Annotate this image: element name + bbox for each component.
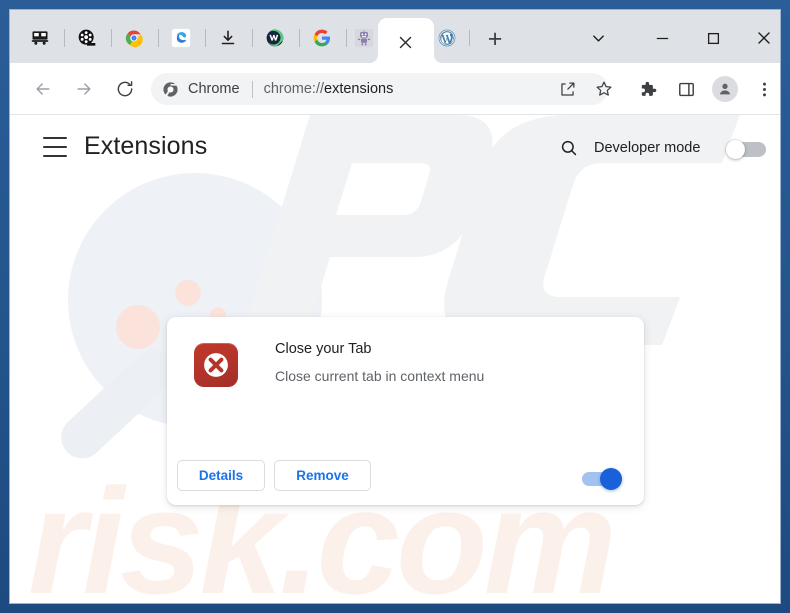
address-bar[interactable]: Chrome chrome://extensions: [151, 73, 608, 105]
extension-enabled-toggle[interactable]: [580, 468, 628, 490]
extension-name: Close your Tab: [275, 341, 372, 357]
minimize-icon: [656, 37, 668, 39]
extension-description: Close current tab in context menu: [275, 368, 485, 384]
wordpress-icon: [438, 29, 456, 47]
bus-icon: [31, 31, 49, 45]
three-dot-menu-icon: [762, 82, 766, 96]
close-window-button[interactable]: [746, 22, 780, 54]
extensions-button[interactable]: [630, 72, 664, 106]
minimize-button[interactable]: [644, 22, 680, 54]
remove-button[interactable]: Remove: [274, 460, 371, 491]
pinned-tab-edge[interactable]: [167, 24, 195, 52]
page-title: Extensions: [84, 132, 208, 160]
tab-separator: [111, 29, 112, 47]
extensions-header: Extensions Developer mode: [10, 115, 780, 178]
tab-separator: [64, 29, 65, 47]
browser-window-frame: + Chrome chrome://extensions risk.com Ex…: [0, 0, 790, 613]
tab-separator: [252, 29, 253, 47]
puzzle-piece-icon: [641, 81, 656, 96]
side-panel-icon: [678, 82, 694, 96]
profile-avatar-icon: [719, 83, 731, 95]
pinned-tab-download[interactable]: [214, 24, 242, 52]
back-button[interactable]: [26, 72, 60, 106]
google-icon: [313, 29, 330, 47]
details-button[interactable]: Details: [177, 460, 265, 491]
browser-menu-button[interactable]: [747, 72, 780, 106]
pinned-tab-google[interactable]: [308, 24, 336, 52]
download-icon: [221, 30, 235, 45]
omnibox-chrome-label: Chrome: [188, 81, 240, 97]
url-scheme: chrome://: [263, 81, 325, 97]
close-icon[interactable]: [395, 32, 415, 52]
tab-separator: [469, 30, 470, 46]
close-icon: [758, 32, 770, 44]
browser-window: + Chrome chrome://extensions risk.com Ex…: [9, 9, 781, 604]
film-reel-icon: [78, 29, 96, 46]
pinned-tab-chrome[interactable]: [120, 24, 148, 52]
pinned-tab-wot[interactable]: [261, 24, 289, 52]
tab-separator: [346, 29, 347, 47]
extensions-page: risk.com Extensions Developer mode Close…: [10, 115, 780, 603]
developer-mode-toggle[interactable]: [726, 140, 770, 159]
tab-search-button[interactable]: [580, 22, 616, 54]
new-tab-button[interactable]: +: [481, 25, 509, 53]
share-button[interactable]: [550, 72, 584, 106]
tab-separator: [205, 29, 206, 47]
pinned-tab-film[interactable]: [73, 24, 101, 52]
tab-wordpress[interactable]: [434, 25, 460, 51]
robot-icon: [354, 28, 374, 48]
chrome-icon: [125, 30, 143, 48]
edge-icon: [171, 28, 191, 48]
search-icon[interactable]: [558, 137, 580, 159]
tab-strip: +: [10, 10, 780, 63]
red-circle-x-icon: [194, 343, 238, 387]
developer-mode-label: Developer mode: [594, 140, 701, 156]
bookmark-button[interactable]: [587, 72, 621, 106]
maximize-button[interactable]: [695, 22, 731, 54]
extension-card: Close your Tab Close current tab in cont…: [167, 317, 644, 505]
profile-button[interactable]: [708, 72, 742, 106]
share-icon: [560, 82, 574, 96]
back-arrow-icon: [36, 83, 50, 95]
tab-separator: [299, 29, 300, 47]
url-host: extensions: [324, 81, 394, 97]
omnibox-url[interactable]: chrome://extensions: [264, 81, 394, 97]
omnibox-divider: [251, 80, 253, 98]
browser-toolbar: Chrome chrome://extensions: [10, 63, 780, 115]
pinned-tab-robot[interactable]: [350, 24, 378, 52]
wot-icon: [266, 29, 284, 47]
pinned-tab-bus[interactable]: [26, 24, 54, 52]
reload-icon: [117, 81, 133, 97]
side-panel-button[interactable]: [669, 72, 703, 106]
chevron-down-icon: [592, 34, 604, 42]
bookmark-star-icon: [596, 81, 612, 96]
reload-button[interactable]: [108, 72, 142, 106]
maximize-icon: [707, 32, 719, 44]
forward-arrow-icon: [77, 83, 91, 95]
toggle-knob: [726, 140, 745, 159]
hamburger-menu-icon[interactable]: [43, 137, 67, 157]
forward-button[interactable]: [67, 72, 101, 106]
avatar: [712, 76, 738, 102]
chrome-icon: [163, 81, 178, 97]
active-tab[interactable]: [378, 18, 434, 63]
toggle-knob: [600, 468, 622, 490]
tab-separator: [158, 29, 159, 47]
